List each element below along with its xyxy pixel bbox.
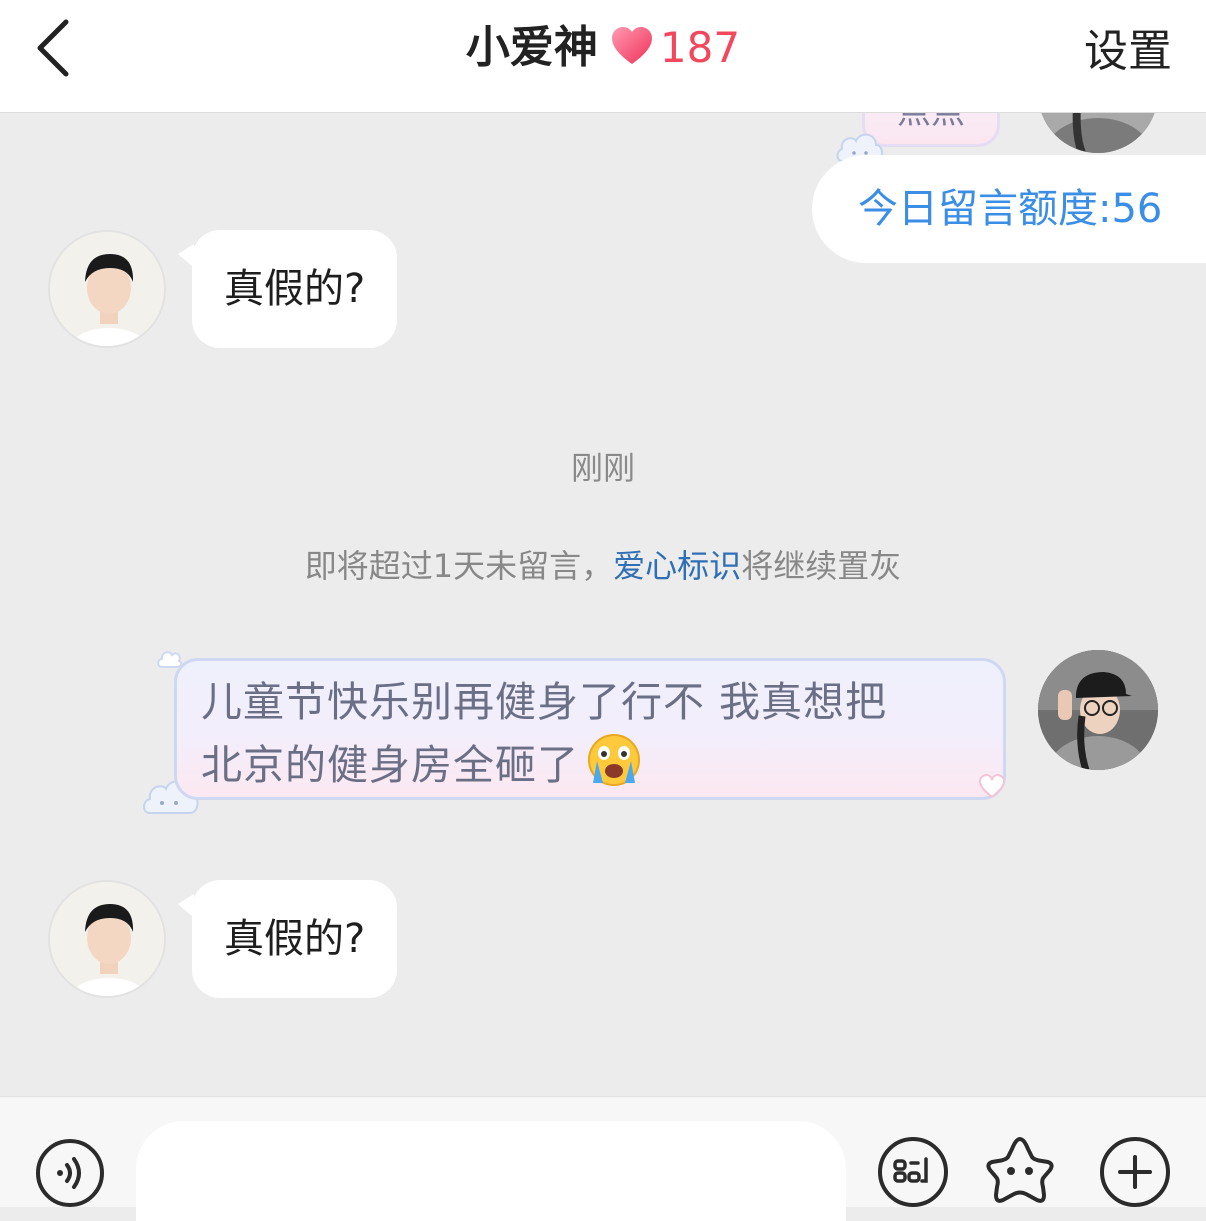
heart-count: 187	[659, 23, 741, 72]
voice-icon	[57, 1157, 81, 1189]
system-notice: 即将超过1天未留言，爱心标识将继续置灰	[0, 541, 1206, 587]
contact-avatar[interactable]	[48, 230, 166, 348]
message-text: 真假的?	[224, 266, 366, 312]
sticker-star-icon[interactable]	[982, 1133, 1058, 1207]
heart-sparkle-deco-icon	[978, 773, 1006, 799]
more-button[interactable]	[1100, 1137, 1170, 1207]
contact-avatar[interactable]	[48, 880, 166, 998]
self-message-bubble[interactable]: 儿童节快乐别再健身了行不 我真想把 北京的健身房全砸了	[174, 658, 1006, 800]
keyboard-shortcut-icon	[893, 1157, 928, 1183]
settings-button[interactable]: 设置	[1084, 22, 1172, 82]
timestamp: 刚刚	[570, 449, 635, 487]
daily-message-quota: 今日留言额度:56	[812, 155, 1206, 263]
avatar-image	[1038, 113, 1158, 153]
crying-emoji-icon	[588, 734, 640, 786]
message-input[interactable]	[136, 1121, 846, 1221]
input-bar	[0, 1096, 1206, 1221]
chat-header: 小爱神 187 设置	[0, 0, 1206, 113]
self-avatar[interactable]	[1038, 650, 1158, 770]
bubble-tail	[178, 894, 194, 918]
chat-title: 小爱神 187	[0, 18, 1206, 78]
incoming-message-bubble[interactable]: 真假的?	[178, 880, 398, 998]
avatar-image	[1038, 650, 1158, 770]
avatar-image	[50, 232, 164, 346]
notice-suffix: 将继续置灰	[741, 547, 902, 585]
plus-icon	[1118, 1155, 1152, 1189]
quick-reply-button[interactable]	[878, 1137, 948, 1207]
notice-prefix: 即将超过1天未留言，	[304, 547, 614, 585]
avatar-image	[50, 882, 164, 996]
chat-area[interactable]: 点点 今日留言额度:56 真假的? 刚刚 即将超过1天未留言，爱心标识将继续置灰	[0, 113, 1206, 1096]
contact-name: 小爱神	[465, 22, 598, 73]
message-text-line2: 北京的健身房全砸了	[201, 741, 579, 789]
message-text-line2-wrap: 北京的健身房全砸了	[201, 733, 979, 796]
voice-button[interactable]	[36, 1139, 104, 1207]
message-text-line1: 儿童节快乐别再健身了行不 我真想把	[201, 678, 888, 726]
self-avatar-partial[interactable]	[1038, 113, 1158, 153]
heart-badge-link[interactable]: 爱心标识	[613, 547, 741, 585]
message-text: 真假的?	[224, 916, 366, 962]
heart-icon	[611, 27, 652, 64]
incoming-message-bubble[interactable]: 真假的?	[178, 230, 398, 348]
bubble-tail	[178, 244, 194, 268]
